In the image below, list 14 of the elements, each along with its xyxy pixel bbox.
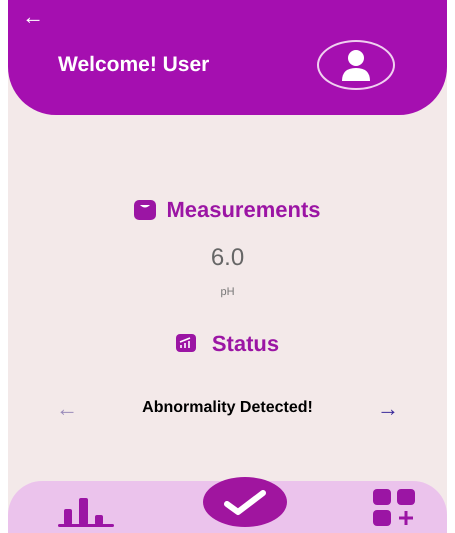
chart-icon: [176, 334, 196, 352]
status-heading: Status: [212, 330, 280, 358]
measurement-unit: pH: [220, 285, 235, 300]
welcome-title: Welcome! User: [58, 52, 210, 78]
status-message: Abnormality Detected!: [142, 398, 313, 418]
back-button[interactable]: ←: [22, 6, 44, 28]
add-grid-icon[interactable]: [373, 489, 417, 527]
checkmark-icon: [222, 488, 266, 516]
scale-icon: [134, 200, 156, 220]
user-avatar-icon[interactable]: [317, 40, 395, 90]
bar-chart-icon[interactable]: [58, 495, 116, 527]
measurements-heading: Measurements: [166, 196, 321, 224]
measurement-value: 6.0: [210, 243, 244, 273]
next-button[interactable]: →: [376, 392, 399, 424]
